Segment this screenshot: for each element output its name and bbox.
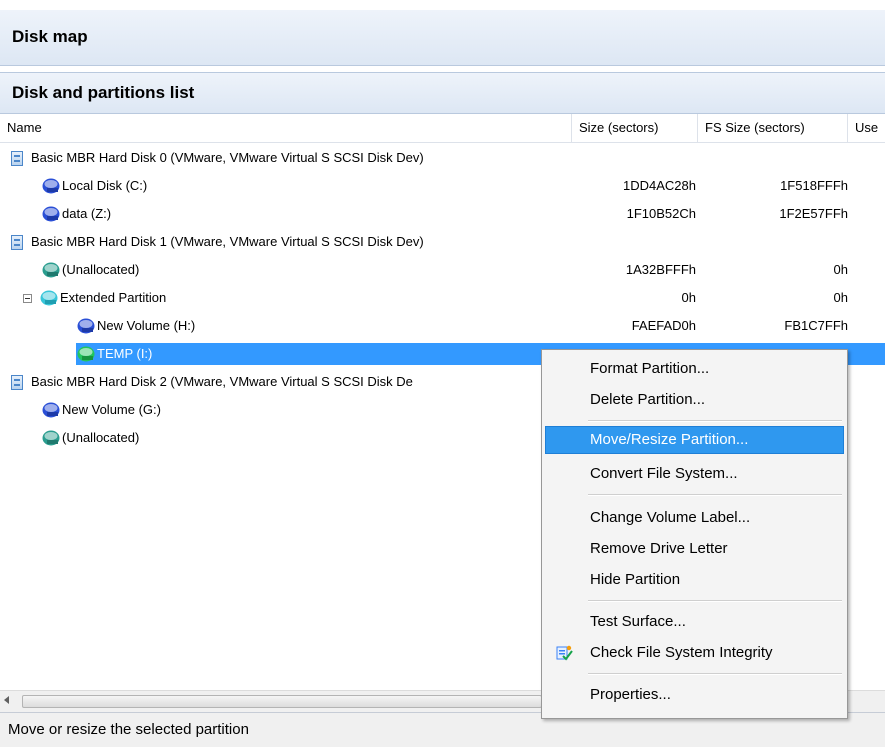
row-size: 0h <box>681 290 696 305</box>
menu-separator <box>588 420 842 422</box>
menu-item-remove-drive-letter[interactable]: Remove Drive Letter <box>545 535 844 563</box>
menu-item-change-volume-label[interactable]: Change Volume Label... <box>545 504 844 532</box>
tree-row-partition[interactable]: Local Disk (C:) 1DD4AC28h 1F518FFFh <box>0 172 885 200</box>
partition-icon <box>42 206 60 222</box>
menu-item-move-resize-partition[interactable]: Move/Resize Partition... <box>545 426 844 454</box>
column-header-used-label: Use <box>855 120 879 135</box>
menu-item-label: Format Partition... <box>590 360 710 377</box>
menu-item-label: Check File System Integrity <box>590 644 773 661</box>
row-name: New Volume (H:) <box>97 318 196 333</box>
hard-disk-icon <box>11 234 23 250</box>
partition-icon <box>77 346 95 362</box>
menu-item-delete-partition[interactable]: Delete Partition... <box>545 386 844 414</box>
tree-row-partition[interactable]: New Volume (H:) FAEFAD0h FB1C7FFh <box>0 312 885 340</box>
menu-separator <box>588 673 842 675</box>
context-menu: Format Partition... Delete Partition... … <box>541 349 848 719</box>
menu-item-format-partition[interactable]: Format Partition... <box>545 355 844 383</box>
row-name: Extended Partition <box>60 290 167 305</box>
partitions-list-title: Disk and partitions list <box>12 83 195 102</box>
row-fs-size: 0h <box>833 262 848 277</box>
row-fs-size: 1F518FFFh <box>780 178 848 193</box>
scrollbar-thumb[interactable] <box>22 695 542 708</box>
row-name: New Volume (G:) <box>62 402 161 417</box>
row-name: (Unallocated) <box>62 430 140 445</box>
tree-row-disk-1[interactable]: Basic MBR Hard Disk 1 (VMware, VMware Vi… <box>0 228 885 256</box>
status-text: Move or resize the selected partition <box>8 721 249 738</box>
tree-row-partition[interactable]: data (Z:) 1F10B52Ch 1F2E57FFh <box>0 200 885 228</box>
menu-item-label: Properties... <box>590 686 671 703</box>
row-fs-size: 0h <box>833 290 848 305</box>
menu-item-label: Move/Resize Partition... <box>590 431 749 448</box>
partitions-list-header: Disk and partitions list <box>0 72 885 114</box>
tree-row-extended[interactable]: Extended Partition 0h 0h <box>0 284 885 312</box>
menu-item-label: Test Surface... <box>590 613 686 630</box>
row-name: Basic MBR Hard Disk 2 (VMware, VMware Vi… <box>31 374 413 389</box>
disk-map-header: Disk map <box>0 10 885 66</box>
row-name: Local Disk (C:) <box>62 178 148 193</box>
menu-separator <box>588 494 842 496</box>
menu-item-label: Remove Drive Letter <box>590 540 728 557</box>
menu-item-test-surface[interactable]: Test Surface... <box>545 608 844 636</box>
column-header-size-label: Size (sectors) <box>579 120 659 135</box>
menu-item-label: Convert File System... <box>590 465 738 482</box>
extended-partition-icon <box>40 290 58 306</box>
scroll-left-arrow-icon[interactable] <box>4 696 9 704</box>
column-header-used[interactable]: Use <box>848 114 885 142</box>
menu-item-label: Delete Partition... <box>590 391 706 408</box>
hard-disk-icon <box>11 374 23 390</box>
menu-item-hide-partition[interactable]: Hide Partition <box>545 566 844 594</box>
tree-row-unallocated[interactable]: (Unallocated) 1A32BFFFh 0h <box>0 256 885 284</box>
row-size: 1F10B52Ch <box>626 206 696 221</box>
menu-item-properties[interactable]: Properties... <box>545 681 844 709</box>
row-size: 1A32BFFFh <box>625 262 696 277</box>
menu-separator <box>588 600 842 602</box>
row-fs-size: FB1C7FFh <box>784 318 848 333</box>
unallocated-icon <box>42 262 60 278</box>
disk-map-title: Disk map <box>12 27 88 46</box>
row-name: (Unallocated) <box>62 262 140 277</box>
row-name: Basic MBR Hard Disk 0 (VMware, VMware Vi… <box>31 150 424 165</box>
column-headers: Name Size (sectors) FS Size (sectors) Us… <box>0 114 885 143</box>
check-fs-icon <box>555 644 573 662</box>
row-name: data (Z:) <box>62 206 112 221</box>
hard-disk-icon <box>11 150 23 166</box>
partition-icon <box>77 318 95 334</box>
column-header-fs-size-label: FS Size (sectors) <box>705 120 805 135</box>
column-header-name-label: Name <box>7 120 42 135</box>
partition-icon <box>42 402 60 418</box>
menu-item-check-fs-integrity[interactable]: Check File System Integrity <box>545 639 844 667</box>
menu-item-label: Hide Partition <box>590 571 681 588</box>
row-size: 1DD4AC28h <box>623 178 696 193</box>
row-size: FAEFAD0h <box>631 318 696 333</box>
row-name: Basic MBR Hard Disk 1 (VMware, VMware Vi… <box>31 234 424 249</box>
column-header-size[interactable]: Size (sectors) <box>572 114 698 142</box>
partition-icon <box>42 178 60 194</box>
menu-item-convert-file-system[interactable]: Convert File System... <box>545 460 844 488</box>
column-header-fs-size[interactable]: FS Size (sectors) <box>698 114 848 142</box>
row-name: TEMP (I:) <box>97 346 153 361</box>
collapse-toggle-icon[interactable] <box>23 293 32 303</box>
tree-row-disk-0[interactable]: Basic MBR Hard Disk 0 (VMware, VMware Vi… <box>0 144 885 172</box>
menu-item-label: Change Volume Label... <box>590 509 751 526</box>
column-header-name[interactable]: Name <box>0 114 572 142</box>
unallocated-icon <box>42 430 60 446</box>
row-fs-size: 1F2E57FFh <box>779 206 848 221</box>
